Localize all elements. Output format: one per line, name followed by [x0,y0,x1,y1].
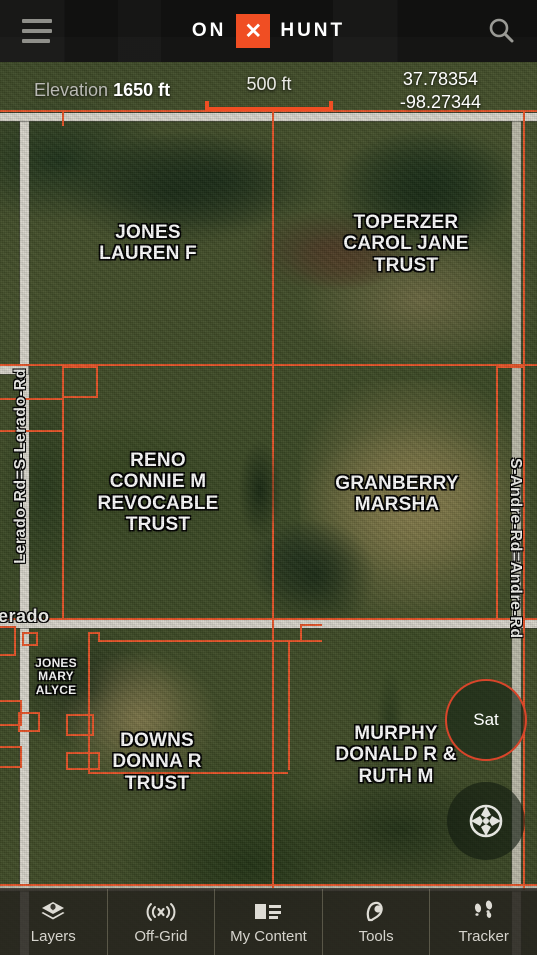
parcel-boundary-small [0,626,16,656]
road-horizontal-mid [0,366,28,374]
nav-item-tools[interactable]: Tools [323,889,431,955]
road-s-lerado-rd [20,115,29,955]
nav-label-layers: Layers [30,928,76,945]
terrain-feature [0,380,90,600]
brand-x-icon: ✕ [236,14,271,48]
parcel-boundary-small [22,632,38,646]
parcel-boundary [0,364,537,366]
nav-label-tracker: Tracker [458,928,509,945]
nav-label-my-content: My Content [230,928,307,945]
my-content-card-icon [254,899,282,925]
terrain-feature [300,380,530,620]
search-icon[interactable] [483,13,519,49]
road-horizontal-top [0,113,537,121]
parcel-boundary [288,640,322,642]
parcel-boundary-small [0,700,22,726]
hamburger-menu-icon[interactable] [22,19,52,43]
parcel-boundary [88,632,98,634]
parcel-boundary [62,366,64,620]
parcel-boundary [98,640,288,642]
parcel-boundary [272,110,274,620]
parcel-boundary [88,632,90,774]
basemap-toggle-button[interactable]: Sat [445,679,527,761]
nav-label-off-grid: Off-Grid [134,928,188,945]
parcel-boundary [496,366,523,368]
terrain-feature [330,130,520,260]
terrain-feature [60,650,220,790]
terrain-feature [255,520,375,630]
parcel-label: JONES LAUREN F [99,222,197,265]
parcel-boundary-small [66,752,100,770]
brand-text-hunt: HUNT [280,20,346,41]
parcel-boundary [300,624,322,626]
off-grid-signal-icon [144,899,178,925]
terrain-feature [20,630,160,750]
parcel-boundary [272,618,274,888]
parcel-boundary-small [0,398,64,432]
brand-text-on: ON [191,20,227,41]
parcel-label: TOPERZER CAROL JANE TRUST [343,212,469,276]
parcel-boundary-small [18,712,40,732]
road-label-s-andre-rd: S-Andre-Rd=Andre-Rd [507,458,524,639]
parcel-boundary [62,110,64,126]
layers-icon [40,899,66,925]
parcel-boundary-small [0,746,22,768]
parcel-boundary-small [66,714,94,736]
road-label-s-lerado-rd: Lerado-Rd=S-Lerado-Rd [12,368,29,564]
parcel-boundary [0,618,537,620]
terrain-feature [60,130,290,250]
top-app-bar: ON ✕ HUNT [0,0,537,62]
nav-item-tracker[interactable]: Tracker [430,889,537,955]
parcel-boundary-small [62,366,98,398]
parcel-label: JONES MARY ALYCE [35,656,77,697]
parcel-label: GRANBERRY MARSHA [335,473,459,516]
onx-hunt-map-screen: JONES LAUREN F TOPERZER CAROL JANE TRUST… [0,0,537,955]
road-horizontal-lerado [0,620,537,628]
tracker-footprints-icon [470,899,498,925]
nav-item-layers[interactable]: Layers [0,889,108,955]
nav-item-my-content[interactable]: My Content [215,889,323,955]
terrain-feature [290,230,400,290]
bottom-navigation-bar: Layers Off-Grid My Content Tools Tracker [0,888,537,955]
parcel-label: DOWNS DONNA R TRUST [112,730,202,794]
road-label-lerado: erado [0,606,50,626]
tools-measure-icon [363,899,389,925]
app-brand-logo: ON ✕ HUNT [0,0,537,62]
nav-label-tools: Tools [358,928,394,945]
parcel-boundary [88,772,288,774]
locate-me-button[interactable] [447,782,525,860]
parcel-boundary [496,366,498,620]
parcel-boundary [288,640,290,770]
crosshair-location-icon [469,804,503,838]
basemap-label: Sat [473,710,499,729]
parcel-boundary [523,110,525,890]
parcel-boundary [88,632,90,648]
parcel-boundary [300,624,302,642]
parcel-boundary [98,632,100,640]
parcel-boundary [0,110,537,112]
drainage-feature [200,420,290,560]
parcel-label: RENO CONNIE M REVOCABLE TRUST [97,450,219,535]
parcel-boundary [0,884,537,886]
nav-item-off-grid[interactable]: Off-Grid [108,889,216,955]
